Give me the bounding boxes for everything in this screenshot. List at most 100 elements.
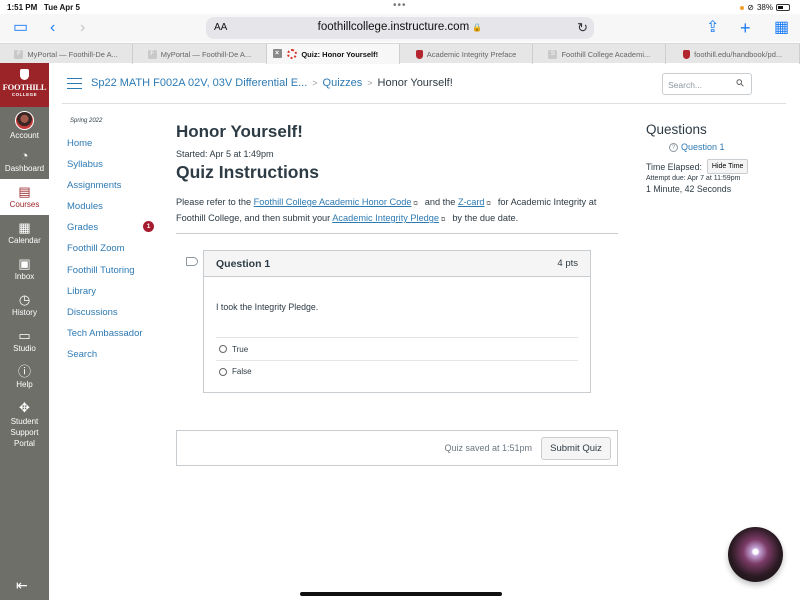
ios-status-bar: 1:51 PM Tue Apr 5 ••• ⊘ 38% xyxy=(0,0,800,14)
global-nav: FOOTHILL COLLEGE Account ◔ Dashboard ▤ Cou… xyxy=(0,63,49,600)
honor-code-link[interactable]: Foothill College Academic Honor Code xyxy=(254,197,412,207)
course-nav-zoom[interactable]: Foothill Zoom xyxy=(67,243,167,264)
course-nav-syllabus[interactable]: Syllabus xyxy=(67,159,167,180)
z-card-link[interactable]: Z-card xyxy=(458,197,485,207)
started-time: Started: Apr 5 at 1:49pm xyxy=(176,149,274,159)
new-tab-icon[interactable]: + xyxy=(740,19,751,37)
browser-tab[interactable]: F MyPortal — Foothill-De A... xyxy=(133,44,267,64)
studio-icon: ▭ xyxy=(18,328,31,343)
grades-badge: 1 xyxy=(143,221,154,233)
home-indicator[interactable] xyxy=(300,592,502,596)
browser-tab[interactable]: Academic Integrity Preface xyxy=(400,44,534,64)
global-nav-dashboard[interactable]: ◔ Dashboard xyxy=(0,143,49,179)
battery-icon xyxy=(776,4,790,11)
global-nav-courses[interactable]: ▤ Courses xyxy=(0,179,49,215)
browser-tab[interactable]: F MyPortal — Foothill-De A... xyxy=(0,44,134,64)
answer-list: True False xyxy=(216,337,578,382)
calendar-icon: ▦ xyxy=(18,220,31,235)
hamburger-menu-icon[interactable] xyxy=(67,78,82,89)
global-nav-help[interactable]: ⓘ Help xyxy=(0,359,49,395)
browser-tab-active[interactable]: × Quiz: Honor Yourself! xyxy=(266,44,400,64)
tab-favicon-icon: S xyxy=(548,49,558,59)
answer-true[interactable]: True xyxy=(216,338,578,360)
radio-button[interactable] xyxy=(219,345,227,353)
breadcrumb-bar: Sp22 MATH F002A 02V, 03V Differential E.… xyxy=(62,70,786,104)
chevron-right-icon: > xyxy=(367,78,373,88)
submit-quiz-button[interactable]: Submit Quiz xyxy=(541,437,611,460)
inbox-icon: ▣ xyxy=(18,256,31,271)
global-nav-account[interactable]: Account xyxy=(0,107,49,143)
global-nav-studio[interactable]: ▭ Studio xyxy=(0,323,49,359)
flag-question-icon[interactable] xyxy=(186,257,198,266)
address-bar[interactable]: AA foothillcollege.instructure.com 🔒 ↻ xyxy=(206,17,594,39)
question-1-link[interactable]: ? Question 1 xyxy=(669,142,786,152)
canvas-favicon-icon xyxy=(287,49,298,59)
browser-tab[interactable]: S Foothill College Academi... xyxy=(533,44,667,64)
hide-time-button[interactable]: Hide Time xyxy=(706,159,749,174)
quiz-title: Honor Yourself! xyxy=(176,122,303,141)
url-text[interactable]: foothillcollege.instructure.com 🔒 xyxy=(206,21,594,33)
multitasking-dots[interactable]: ••• xyxy=(393,0,407,11)
sidebar-title: Questions xyxy=(646,122,707,137)
close-tab-icon[interactable]: × xyxy=(272,49,282,58)
search-input[interactable]: Search... ⚲ xyxy=(662,73,752,95)
dashboard-icon: ◔ xyxy=(20,148,29,163)
browser-toolbar: ▭ ‹ › AA foothillcollege.instructure.com… xyxy=(0,14,800,42)
global-nav-calendar[interactable]: ▦ Calendar xyxy=(0,215,49,251)
share-icon[interactable]: ⇪ xyxy=(706,19,719,37)
siri-orb-icon xyxy=(728,527,783,582)
integrity-pledge-link[interactable]: Academic Integrity Pledge xyxy=(332,213,439,223)
instructions-text: Please refer to the Foothill College Aca… xyxy=(176,195,618,234)
forward-icon[interactable]: › xyxy=(80,19,85,37)
clock-icon: ◷ xyxy=(18,292,31,307)
saved-status: Quiz saved at 1:51pm xyxy=(444,443,532,453)
search-icon[interactable]: ⚲ xyxy=(734,77,747,90)
question-header: Question 1 4 pts xyxy=(204,251,590,277)
global-nav-history[interactable]: ◷ History xyxy=(0,287,49,323)
course-nav-library[interactable]: Library xyxy=(67,286,167,307)
lifebuoy-icon: ✥ xyxy=(19,400,30,415)
chevron-right-icon: > xyxy=(312,78,318,88)
course-nav-discussions[interactable]: Discussions xyxy=(67,307,167,328)
browser-tabs: F MyPortal — Foothill-De A... F MyPortal —… xyxy=(0,43,800,64)
mic-indicator-icon xyxy=(740,5,745,10)
external-link-icon: ⧉ xyxy=(441,217,446,223)
breadcrumb-course[interactable]: Sp22 MATH F002A 02V, 03V Differential E.… xyxy=(91,77,307,89)
reload-icon[interactable]: ↻ xyxy=(577,20,588,36)
status-indicators: ⊘ 38% xyxy=(740,3,790,12)
global-nav-inbox[interactable]: ▣ Inbox xyxy=(0,251,49,287)
rotation-lock-icon: ⊘ xyxy=(747,3,754,12)
college-logo[interactable]: FOOTHILL COLLEGE xyxy=(0,63,49,107)
time-elapsed: 1 Minute, 42 Seconds xyxy=(646,184,732,194)
course-nav-assignments[interactable]: Assignments xyxy=(67,180,167,201)
course-nav-modules[interactable]: Modules xyxy=(67,201,167,222)
course-nav-search[interactable]: Search xyxy=(67,349,167,370)
submit-bar: Quiz saved at 1:51pm Submit Quiz xyxy=(176,430,618,466)
collapse-nav-icon[interactable]: ⇤ xyxy=(16,577,28,594)
help-icon: ⓘ xyxy=(17,364,31,379)
course-nav-home[interactable]: Home xyxy=(67,138,167,159)
acorn-icon xyxy=(20,69,29,80)
breadcrumb-quizzes[interactable]: Quizzes xyxy=(323,77,363,89)
course-nav-tech-ambassador[interactable]: Tech Ambassador xyxy=(67,328,167,349)
answer-false[interactable]: False xyxy=(216,360,578,382)
course-nav-tutoring[interactable]: Foothill Tutoring xyxy=(67,265,167,286)
radio-button[interactable] xyxy=(219,367,227,376)
tab-overview-icon[interactable]: ▦ xyxy=(774,19,789,37)
question-unanswered-icon: ? xyxy=(669,142,678,152)
browser-tab[interactable]: foothill.edu/handbook/pd... xyxy=(666,44,800,64)
book-icon: ▤ xyxy=(18,184,31,199)
global-nav-student-support[interactable]: ✥ Student Support Portal xyxy=(0,395,49,448)
avatar xyxy=(15,111,34,130)
question-text: I took the Integrity Pledge. xyxy=(216,302,319,312)
question-points: 4 pts xyxy=(557,258,578,269)
course-nav-grades[interactable]: Grades 1 xyxy=(67,221,167,243)
breadcrumb-current: Honor Yourself! xyxy=(377,77,453,89)
questions-sidebar: Questions ? Question 1 Time Elapsed: Hide… xyxy=(646,122,786,194)
breadcrumb: Sp22 MATH F002A 02V, 03V Differential E.… xyxy=(91,77,453,89)
back-icon[interactable]: ‹ xyxy=(50,19,55,37)
question-card: Question 1 4 pts I took the Integrity Pl… xyxy=(203,250,591,393)
sidebar-toggle-icon[interactable]: ▭ xyxy=(13,19,28,37)
battery-percent: 38% xyxy=(756,3,773,12)
attempt-due: Attempt due: Apr 7 at 11:59pm xyxy=(646,175,741,182)
